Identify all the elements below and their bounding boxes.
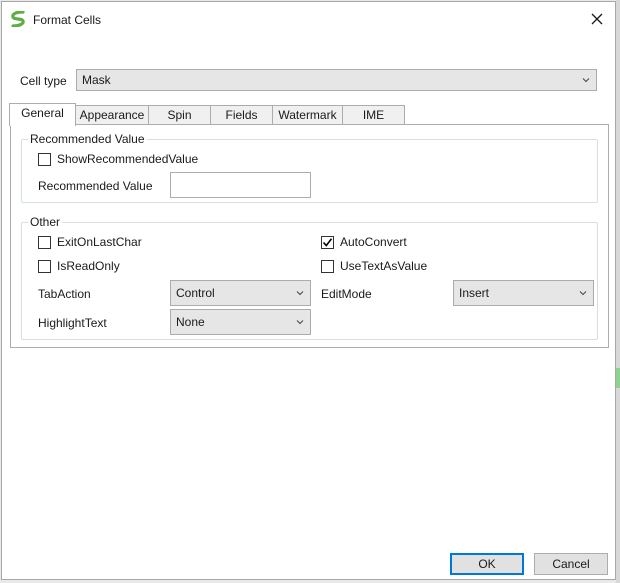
use-text-as-value-label: UseTextAsValue <box>340 259 428 273</box>
show-recommended-value-checkbox[interactable] <box>38 153 51 166</box>
chevron-down-icon <box>296 320 304 325</box>
tab-fields[interactable]: Fields <box>210 105 273 125</box>
tab-appearance[interactable]: Appearance <box>75 105 149 125</box>
use-text-as-value-checkbox[interactable] <box>321 260 334 273</box>
edit-mode-value: Insert <box>459 286 490 300</box>
other-group-title: Other <box>28 215 63 229</box>
title-bar: Format Cells <box>2 2 615 36</box>
spread-logo-icon <box>11 10 25 28</box>
edit-mode-dropdown[interactable]: Insert <box>453 280 594 306</box>
tab-action-value: Control <box>176 286 215 300</box>
auto-convert-label: AutoConvert <box>340 235 407 249</box>
cancel-button[interactable]: Cancel <box>534 553 608 575</box>
close-button[interactable] <box>585 8 609 30</box>
recommended-value-label: Recommended Value <box>38 179 153 193</box>
background-window-edge <box>616 0 620 583</box>
exit-on-last-char-checkbox[interactable] <box>38 236 51 249</box>
tab-action-label: TabAction <box>38 287 91 301</box>
other-group: Other ExitOnLastChar AutoConvert IsReadO… <box>21 215 598 340</box>
tab-spin[interactable]: Spin <box>148 105 211 125</box>
highlight-text-value: None <box>176 315 205 329</box>
general-tab-panel: Recommended Value ShowRecommendedValue R… <box>10 124 609 348</box>
cell-type-label: Cell type <box>20 74 67 88</box>
recommended-value-group: Recommended Value ShowRecommendedValue R… <box>21 132 598 203</box>
tab-general[interactable]: General <box>9 103 76 126</box>
highlight-text-label: HighlightText <box>38 316 107 330</box>
show-recommended-value-label: ShowRecommendedValue <box>57 152 199 166</box>
recommended-value-input[interactable] <box>170 172 311 198</box>
check-mark-icon <box>322 238 333 247</box>
chevron-down-icon <box>582 78 590 83</box>
tab-action-dropdown[interactable]: Control <box>170 280 311 306</box>
is-read-only-checkbox[interactable] <box>38 260 51 273</box>
tab-watermark[interactable]: Watermark <box>272 105 343 125</box>
background-green-cell <box>616 368 620 388</box>
chevron-down-icon <box>579 291 587 296</box>
is-read-only-label: IsReadOnly <box>57 259 120 273</box>
window-title: Format Cells <box>33 13 102 27</box>
cell-type-value: Mask <box>82 73 111 87</box>
close-icon <box>591 13 603 25</box>
highlight-text-dropdown[interactable]: None <box>170 309 311 335</box>
tab-ime[interactable]: IME <box>342 105 405 125</box>
chevron-down-icon <box>296 291 304 296</box>
auto-convert-checkbox[interactable] <box>321 236 334 249</box>
cell-type-dropdown[interactable]: Mask <box>76 69 597 91</box>
exit-on-last-char-label: ExitOnLastChar <box>57 235 142 249</box>
format-cells-dialog: Format Cells Cell type Mask General Appe… <box>1 1 616 580</box>
ok-button[interactable]: OK <box>450 553 524 575</box>
recommended-value-group-title: Recommended Value <box>28 132 147 146</box>
edit-mode-label: EditMode <box>321 287 372 301</box>
